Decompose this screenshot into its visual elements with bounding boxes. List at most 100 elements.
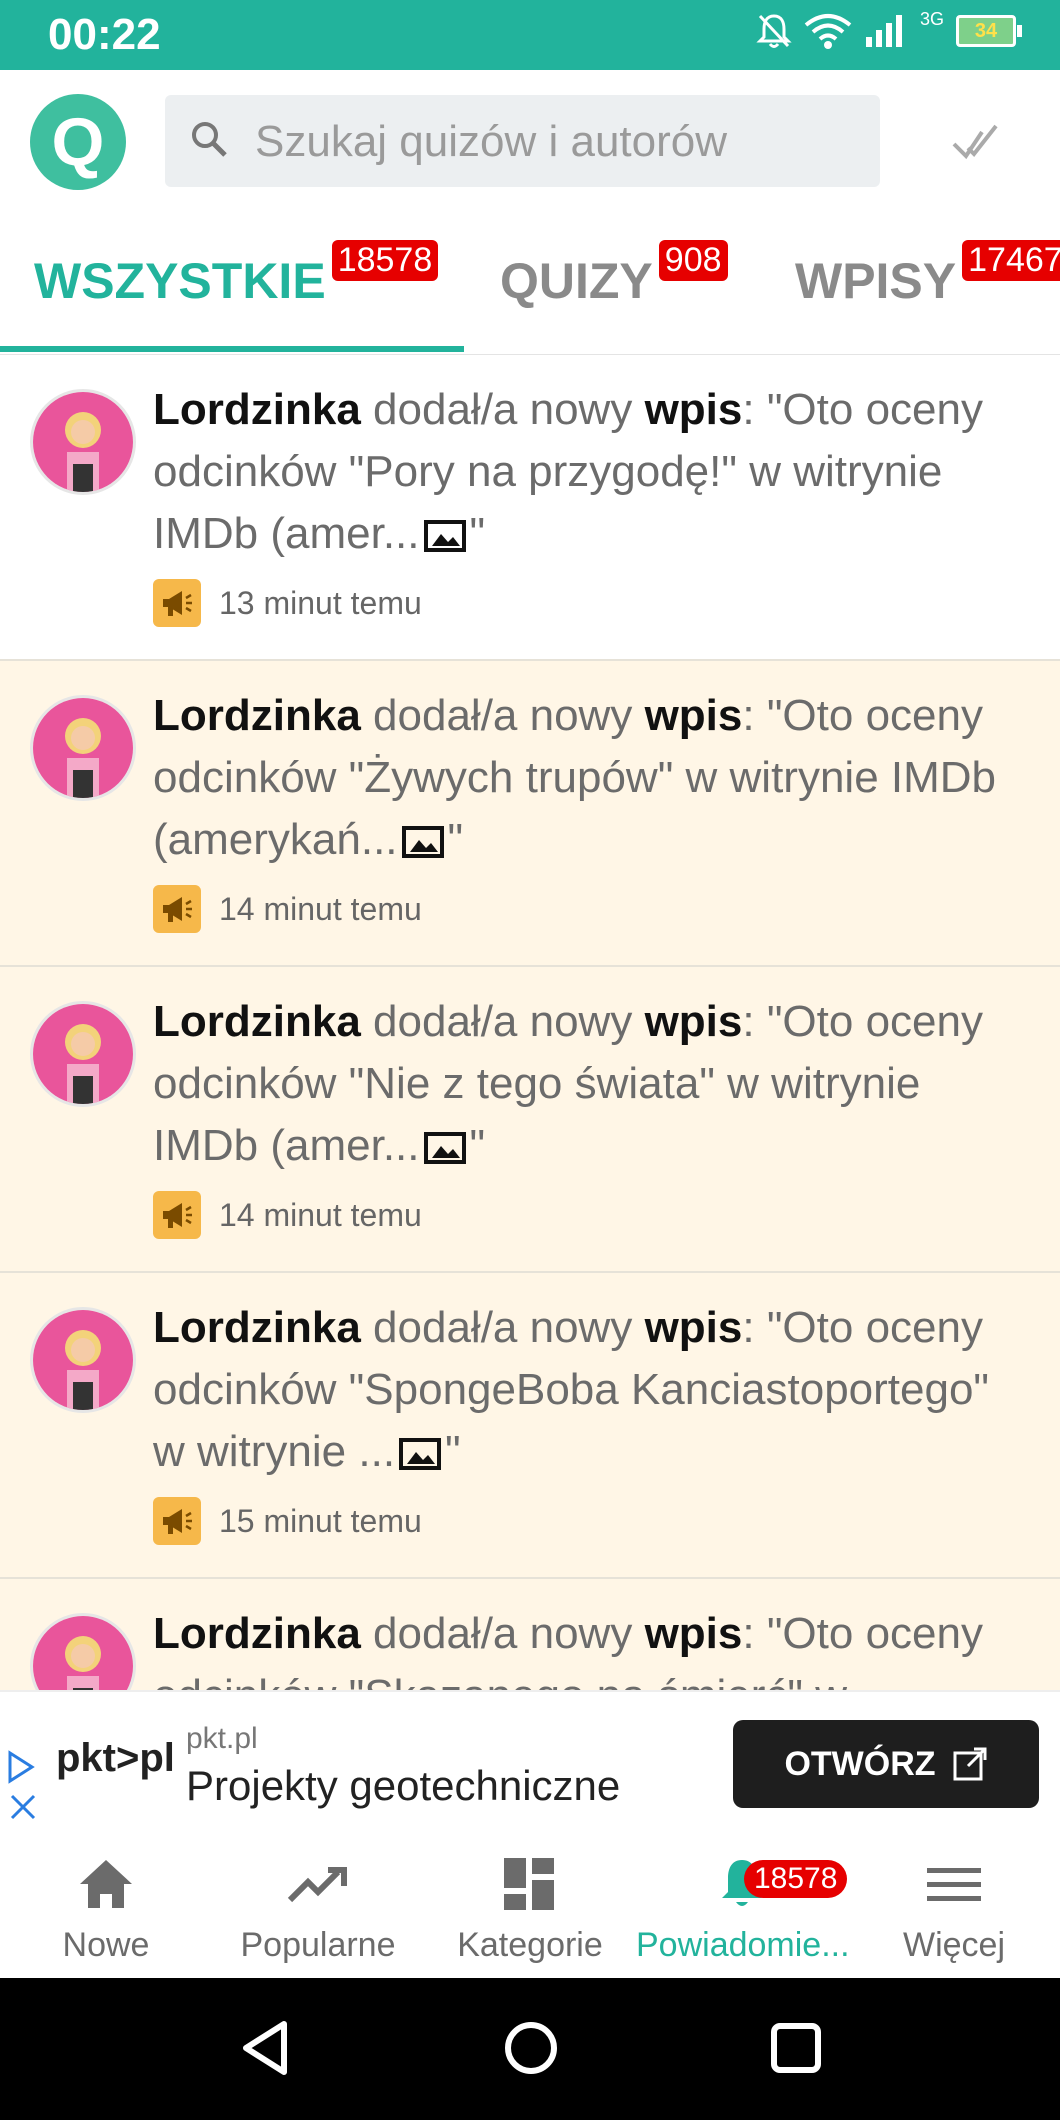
timestamp: 13 minut temu [219,584,422,621]
author-name[interactable]: Lordzinka [153,1303,361,1352]
entry-type: wpis [644,1609,743,1658]
recent-apps-icon[interactable] [770,2020,822,2076]
network-type: 3G [919,8,944,29]
nav-notifications[interactable]: 18578 Powiadomie... [636,1838,850,1978]
feed-item-meta: 13 minut temu [153,579,422,627]
avatar[interactable] [30,1613,136,1690]
megaphone-icon [153,1191,201,1239]
action-text: dodał/a nowy [373,385,633,434]
timestamp: 14 minut temu [219,1196,422,1233]
action-text: dodał/a nowy [373,997,633,1046]
tab-all-label: WSZYSTKIE [34,253,326,309]
action-text: dodał/a nowy [373,691,633,740]
trending-icon [287,1867,347,1903]
image-icon [399,1438,442,1471]
feed-item[interactable]: Lordzinka dodał/a nowy wpis: "Oto oceny … [0,661,1060,967]
ad-banner[interactable]: pkt>pl pkt.pl Projekty geotechniczne OTW… [0,1690,1060,1840]
feed-item-text: Lordzinka dodał/a nowy wpis: "Oto oceny … [153,997,983,1170]
ad-open-label: OTWÓRZ [784,1744,936,1783]
entry-type: wpis [644,385,743,434]
megaphone-icon [153,579,201,627]
ad-choices-icon[interactable] [6,1750,36,1784]
avatar[interactable] [30,695,136,801]
author-name[interactable]: Lordzinka [153,691,361,740]
avatar-image [33,1616,133,1690]
image-icon [423,520,466,553]
feed-item-meta: 14 minut temu [153,885,422,933]
back-icon[interactable] [240,2020,290,2076]
app-logo[interactable]: Q [30,94,126,190]
search-icon [192,122,227,157]
megaphone-icon [153,1497,201,1545]
tab-quizzes-label: QUIZY [500,253,653,309]
clock: 00:22 [48,10,161,59]
avatar[interactable] [30,389,136,495]
image-icon [423,1132,466,1165]
feed-item-meta: 14 minut temu [153,1191,422,1239]
nav-popular[interactable]: Popularne [212,1838,424,1978]
battery-level: 34 [974,20,998,42]
tab-posts-label: WPISY [795,253,957,309]
feed-item[interactable]: Lordzinka dodał/a nowy wpis: "Oto oceny … [0,967,1060,1273]
tab-bar: WSZYSTKIE 18578 QUIZY 908 WPISY 17467 [0,212,1060,356]
tab-quizzes-count: 908 [658,240,728,281]
feed-item[interactable]: Lordzinka dodał/a nowy wpis: "Oto oceny … [0,1579,1060,1690]
search-input[interactable] [253,95,867,189]
feed-item-text: Lordzinka dodał/a nowy wpis: "Oto oceny … [153,691,997,864]
feed-item-text: Lordzinka dodał/a nowy wpis: "Oto oceny … [153,1303,990,1476]
nav-categories-label: Kategorie [457,1926,603,1964]
tab-posts[interactable]: WPISY 17467 [795,240,1060,310]
action-text: dodał/a nowy [373,1609,633,1658]
notifications-badge: 18578 [744,1860,848,1898]
author-name[interactable]: Lordzinka [153,1609,361,1658]
top-bar: Q [0,70,1060,212]
nav-new[interactable]: Nowe [0,1838,212,1978]
nav-notifications-label: Powiadomie... [636,1926,850,1964]
status-icons: 3G 34 [756,8,1022,50]
ad-title[interactable]: Projekty geotechniczne [186,1762,620,1810]
entry-type: wpis [644,691,743,740]
timestamp: 15 minut temu [219,1502,422,1539]
home-button-icon[interactable] [503,2020,559,2076]
avatar-image [33,392,133,492]
tab-quizzes[interactable]: QUIZY 908 [500,240,728,310]
status-bar: 00:22 3G 34 [0,0,1060,70]
external-link-icon [953,1747,987,1781]
tab-all[interactable]: WSZYSTKIE 18578 [34,240,439,310]
active-tab-indicator [0,346,464,352]
nav-more-label: Więcej [902,1926,1006,1964]
home-icon [80,1860,132,1908]
avatar[interactable] [30,1307,136,1413]
checkmark-icon[interactable] [952,118,1000,166]
system-navigation-bar [0,1978,1060,2120]
ad-open-button[interactable]: OTWÓRZ [733,1720,1039,1808]
nav-categories[interactable]: Kategorie [424,1838,636,1978]
menu-icon [927,1868,981,1901]
battery-icon: 34 [956,15,1022,47]
tab-posts-count: 17467 [962,240,1060,281]
entry-type: wpis [644,1303,743,1352]
avatar[interactable] [30,1001,136,1107]
entry-type: wpis [644,997,743,1046]
nav-new-label: Nowe [62,1926,150,1964]
avatar-image [33,1310,133,1410]
feed-item[interactable]: Lordzinka dodał/a nowy wpis: "Oto oceny … [0,355,1060,661]
image-icon [401,826,444,859]
bell-off-icon [756,14,792,48]
search-bar[interactable] [165,95,880,189]
nav-popular-label: Popularne [240,1926,396,1964]
feed-item[interactable]: Lordzinka dodał/a nowy wpis: "Oto oceny … [0,1273,1060,1579]
author-name[interactable]: Lordzinka [153,385,361,434]
megaphone-icon [153,885,201,933]
author-name[interactable]: Lordzinka [153,997,361,1046]
signal-icon [865,15,902,47]
close-icon[interactable] [8,1792,38,1822]
nav-more[interactable]: Więcej [848,1838,1060,1978]
feed-item-text: Lordzinka dodał/a nowy wpis: "Oto oceny … [153,385,983,558]
avatar-image [33,1004,133,1104]
avatar-image [33,698,133,798]
ad-domain: pkt.pl [186,1722,258,1755]
grid-icon [504,1858,554,1910]
feed-item-meta: 15 minut temu [153,1497,422,1545]
feed-item-text: Lordzinka dodał/a nowy wpis: "Oto oceny … [153,1603,1023,1690]
